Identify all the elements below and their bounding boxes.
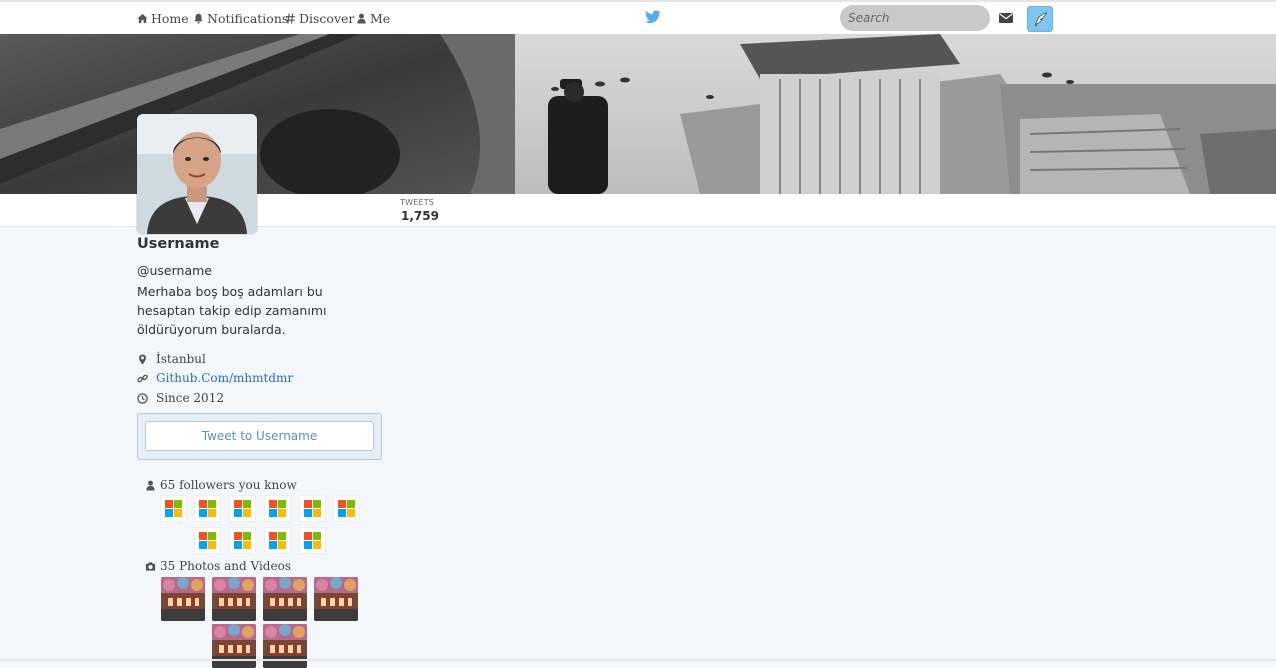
home-icon [137,13,148,24]
profile-location: İstanbul [137,352,206,366]
photo-thumbnail[interactable] [263,624,307,668]
avatar[interactable] [137,114,257,234]
profile-joined: Since 2012 [137,391,224,405]
follower-avatar[interactable] [229,527,256,554]
follower-avatar[interactable] [264,495,291,522]
follower-avatar[interactable] [194,527,221,554]
compose-tweet-button[interactable] [1027,6,1053,32]
profile-bio: Merhaba boş boş adamları bu hesaptan tak… [137,284,327,337]
user-icon [146,480,155,491]
follower-avatar[interactable] [264,527,291,554]
followers-heading[interactable]: 65 followers you know [145,478,297,492]
follower-avatar[interactable] [160,495,187,522]
follower-avatar[interactable] [194,495,221,522]
clock-icon [137,392,148,404]
nav-me[interactable]: Me [356,11,390,26]
envelope-icon[interactable] [999,13,1013,23]
photo-thumbnail[interactable] [161,577,205,621]
tweet-to-box: Tweet to Username [137,413,382,460]
profile-joined-text: Since 2012 [156,391,224,405]
search-input[interactable] [840,5,990,31]
nav-me-label: Me [370,11,391,26]
follower-avatar[interactable] [333,495,360,522]
tweets-stat-label[interactable]: TWEETS [400,198,434,207]
map-marker-icon [139,353,146,365]
profile-website-link[interactable]: Github.Com/mhmtdmr [156,371,293,385]
avatar-image [137,114,257,234]
profile-name[interactable]: Username [137,236,219,252]
camera-icon [145,561,156,571]
nav-notifications-label: Notifications [207,11,289,26]
link-icon [137,374,148,382]
bell-icon [194,13,203,24]
nav-discover-label: Discover [299,11,355,26]
photo-thumbnail[interactable] [212,624,256,668]
follower-avatar[interactable] [229,495,256,522]
photos-heading-text: 35 Photos and Videos [160,559,291,573]
nav-notifications[interactable]: Notifications [193,11,288,26]
profile-handle[interactable]: @username [137,263,212,278]
user-icon [357,13,366,24]
photo-thumbnail[interactable] [314,577,358,621]
twitter-bird-icon[interactable] [645,10,661,24]
tweet-to-button[interactable]: Tweet to Username [145,421,374,451]
nav-home[interactable]: Home [137,11,189,26]
hashtag-icon [285,13,296,24]
follower-avatar[interactable] [299,527,326,554]
followers-heading-text: 65 followers you know [160,478,297,492]
nav-home-label: Home [151,11,189,26]
top-navbar: Home Notifications Discover Me [0,2,1276,34]
profile-website: Github.Com/mhmtdmr [137,371,293,385]
nav-discover[interactable]: Discover [285,11,354,26]
photo-thumbnail[interactable] [263,577,307,621]
photo-thumbnail[interactable] [212,577,256,621]
photos-heading[interactable]: 35 Photos and Videos [145,559,291,573]
tweets-stat-value[interactable]: 1,759 [401,209,439,223]
follower-avatar[interactable] [299,495,326,522]
profile-location-text: İstanbul [156,352,206,366]
quill-icon [1034,11,1047,26]
